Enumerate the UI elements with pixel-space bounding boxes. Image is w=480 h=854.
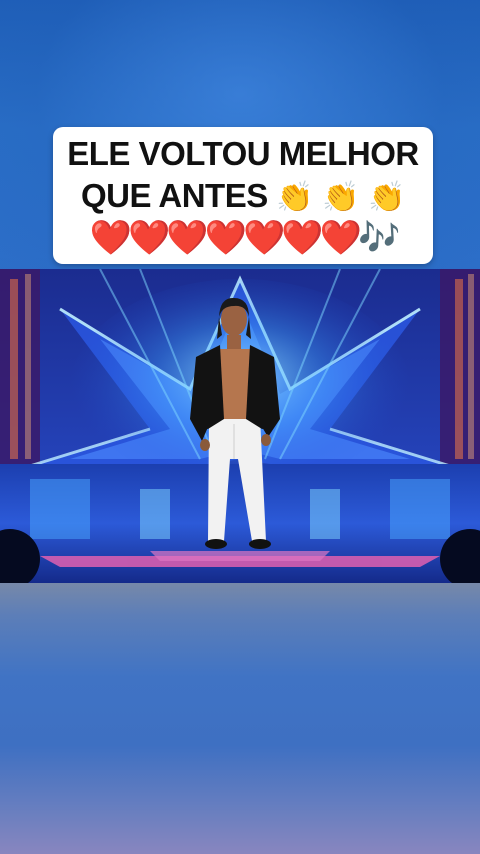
caption-line-3: ❤️❤️❤️❤️❤️❤️❤️🎶 [53, 217, 433, 259]
caption-line-2-text: QUE ANTES [80, 177, 268, 214]
stage-lights-right [440, 269, 480, 469]
clapping-hands-icon: 👏 👏 👏 [276, 180, 406, 215]
caption-line-2: QUE ANTES 👏 👏 👏 [53, 175, 433, 219]
heart-icon-row: ❤️❤️❤️❤️❤️❤️❤️🎶 [89, 218, 401, 258]
stage-lights-left [0, 269, 40, 469]
video-frame[interactable] [0, 269, 480, 583]
caption-line-1: ELE VOLTOU MELHOR [67, 135, 419, 172]
caption-overlay: ELE VOLTOU MELHOR QUE ANTES 👏 👏 👏 ❤️❤️❤️… [53, 127, 433, 264]
stage-scene [0, 269, 480, 583]
blurred-background-bottom [0, 583, 480, 854]
